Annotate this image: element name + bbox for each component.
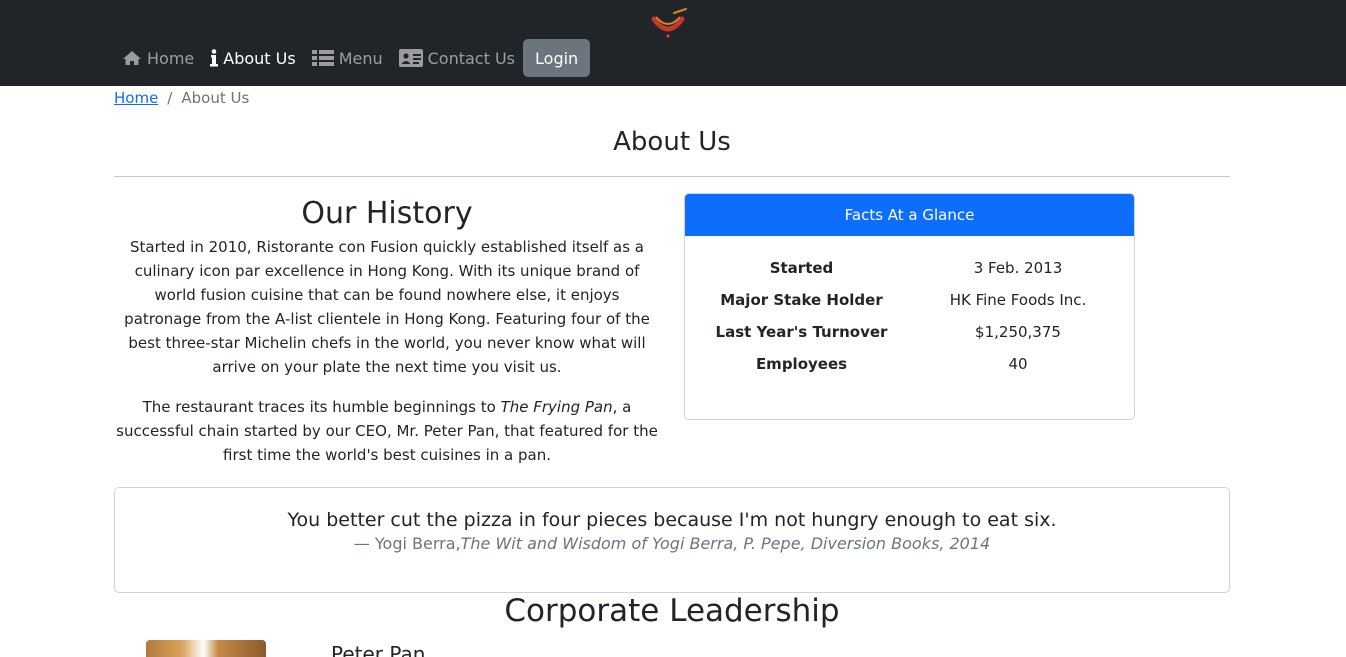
breadcrumb-separator: /	[167, 89, 173, 107]
fact-row: Employees 40	[685, 348, 1134, 380]
login-button[interactable]: Login	[523, 39, 591, 77]
info-icon	[210, 49, 219, 67]
restaurant-logo[interactable]	[646, 5, 690, 41]
fact-key: Started	[769, 259, 834, 277]
history-p2-text-start: The restaurant traces its humble beginni…	[142, 398, 501, 416]
fact-value: 3 Feb. 2013	[973, 259, 1063, 277]
history-p2-italic: The Frying Pan	[500, 398, 613, 416]
fact-key: Last Year's Turnover	[715, 323, 888, 341]
nav-about-label: About Us	[223, 48, 296, 68]
breadcrumb-home-link[interactable]: Home	[114, 89, 158, 107]
nav-contact[interactable]: Contact Us	[391, 39, 523, 77]
nav-about[interactable]: About Us	[202, 39, 303, 77]
history-title: Our History	[301, 196, 473, 231]
nav-contact-label: Contact Us	[427, 48, 516, 68]
fact-value: 40	[1008, 355, 1028, 373]
fact-value: HK Fine Foods Inc.	[949, 291, 1087, 309]
facts-table: Started 3 Feb. 2013 Major Stake Holder H…	[685, 252, 1134, 380]
title-divider	[114, 176, 1230, 177]
fact-row: Major Stake Holder HK Fine Foods Inc.	[685, 284, 1134, 316]
leadership-title: Corporate Leadership	[504, 593, 840, 629]
fact-row: Started 3 Feb. 2013	[685, 252, 1134, 284]
facts-card-header: Facts At a Glance	[685, 194, 1134, 236]
quote-citation: — Yogi Berra,The Wit and Wisdom of Yogi …	[115, 534, 1229, 553]
page-title: About Us	[613, 127, 731, 157]
main-nav: Home About Us Menu Contact Us Login	[114, 39, 591, 77]
breadcrumb-current: About Us	[181, 89, 250, 107]
quote-card: You better cut the pizza in four pieces …	[114, 487, 1230, 593]
fact-key: Major Stake Holder	[720, 291, 883, 309]
navbar: Home About Us Menu Contact Us Login	[0, 0, 1346, 86]
list-icon	[311, 50, 334, 66]
nav-home[interactable]: Home	[114, 39, 202, 77]
address-card-icon	[398, 49, 423, 67]
fact-key: Employees	[755, 355, 848, 373]
quote-author: — Yogi Berra,	[353, 534, 461, 553]
nav-menu[interactable]: Menu	[304, 39, 391, 77]
quote-text: You better cut the pizza in four pieces …	[287, 509, 1057, 531]
leader-photo	[146, 640, 266, 657]
breadcrumb: Home / About Us	[114, 89, 249, 107]
history-paragraph-1: Started in 2010, Ristorante con Fusion q…	[124, 238, 650, 376]
quote-source: The Wit and Wisdom of Yogi Berra, P. Pep…	[460, 534, 991, 553]
facts-card: Facts At a Glance Started 3 Feb. 2013 Ma…	[684, 193, 1135, 420]
fact-row: Last Year's Turnover $1,250,375	[685, 316, 1134, 348]
home-icon	[123, 51, 141, 65]
leader-name: Peter Pan	[331, 642, 426, 657]
history-section: Our History Started in 2010, Ristorante …	[114, 193, 660, 483]
history-paragraph-2: The restaurant traces its humble beginni…	[114, 395, 660, 467]
nav-home-label: Home	[147, 48, 195, 68]
fact-value: $1,250,375	[975, 323, 1061, 341]
nav-menu-label: Menu	[338, 48, 383, 68]
